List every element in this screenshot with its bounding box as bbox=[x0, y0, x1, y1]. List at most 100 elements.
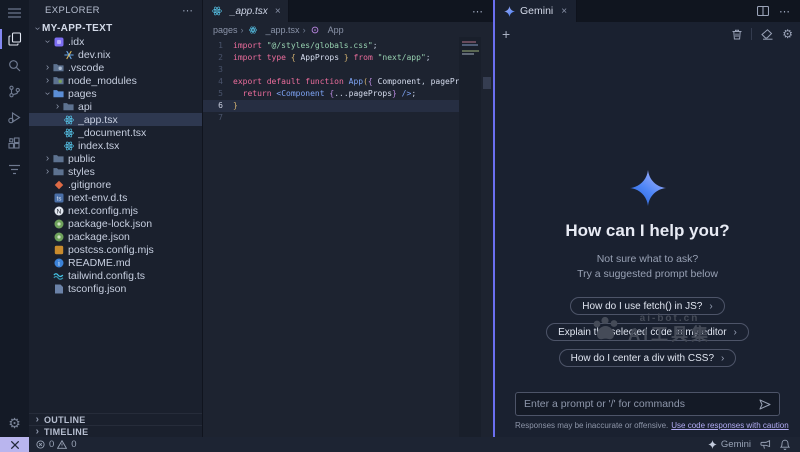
line-number: 2 bbox=[203, 52, 233, 64]
sidebar-sections: › OUTLINE › TIMELINE bbox=[29, 413, 202, 437]
code-line-5[interactable]: 5 return <Component {...pageProps} />; bbox=[203, 88, 459, 100]
suggested-prompt-3[interactable]: How do I center a div with CSS?› bbox=[559, 349, 737, 367]
code-line-1[interactable]: 1import "@/styles/globals.css"; bbox=[203, 40, 459, 52]
suggested-prompt-2[interactable]: Explain the selected code in my editor › bbox=[546, 323, 749, 341]
idx-ports-icon[interactable] bbox=[0, 156, 29, 182]
chevron-icon[interactable]: › bbox=[53, 102, 62, 111]
tab-app-tsx[interactable]: _app.tsx × bbox=[203, 0, 289, 22]
tab-gemini[interactable]: Gemini × bbox=[495, 0, 577, 22]
eraser-icon[interactable] bbox=[761, 29, 773, 40]
chevron-icon[interactable]: › bbox=[43, 89, 52, 98]
editor-scrollbar[interactable] bbox=[481, 37, 493, 437]
editor-more-actions-icon[interactable]: ⋯ bbox=[472, 5, 493, 18]
gemini-status-item[interactable]: Gemini bbox=[708, 439, 751, 450]
breadcrumb-folder[interactable]: pages bbox=[213, 25, 238, 35]
folder-open-icon bbox=[52, 88, 65, 100]
chevron-icon[interactable]: › bbox=[43, 63, 52, 72]
code-line-2[interactable]: 2import type { AppProps } from "next/app… bbox=[203, 52, 459, 64]
tab-close-icon[interactable]: × bbox=[561, 6, 567, 17]
svg-text:i: i bbox=[58, 259, 60, 267]
tree-item-node-modules[interactable]: ›node_modules bbox=[29, 74, 202, 87]
tree-item--gitignore[interactable]: .gitignore bbox=[29, 178, 202, 191]
breadcrumb-symbol[interactable]: App bbox=[328, 25, 344, 35]
tree-item-next-env-d-ts[interactable]: tsnext-env.d.ts bbox=[29, 191, 202, 204]
prompt-label: Explain the selected code in my editor bbox=[558, 327, 726, 338]
tab-close-icon[interactable]: × bbox=[275, 6, 281, 17]
trash-icon[interactable] bbox=[732, 29, 742, 40]
code-line-7[interactable]: 7 bbox=[203, 112, 459, 124]
remote-indicator[interactable] bbox=[0, 437, 29, 452]
minimap[interactable] bbox=[459, 37, 481, 437]
tree-item-pages[interactable]: ›pages bbox=[29, 87, 202, 100]
postcss-icon bbox=[52, 244, 65, 256]
tree-item-tailwind-config-ts[interactable]: tailwind.config.ts bbox=[29, 269, 202, 282]
chevron-right-icon: › bbox=[734, 327, 737, 338]
tree-item-public[interactable]: ›public bbox=[29, 152, 202, 165]
explorer-more-icon[interactable]: ⋯ bbox=[182, 4, 194, 17]
chevron-icon[interactable]: › bbox=[43, 154, 52, 163]
status-bar-right: Gemini bbox=[708, 439, 800, 450]
breadcrumb-file[interactable]: _app.tsx bbox=[266, 25, 300, 35]
tree-item-styles[interactable]: ›styles bbox=[29, 165, 202, 178]
gemini-settings-icon[interactable]: ⚙ bbox=[782, 29, 793, 39]
folder-icon bbox=[62, 101, 75, 113]
suggested-prompt-1[interactable]: How do I use fetch() in JS?› bbox=[570, 297, 724, 315]
prompt-input[interactable] bbox=[524, 398, 753, 410]
tree-item--vscode[interactable]: ›.vscode bbox=[29, 61, 202, 74]
npm-icon bbox=[52, 218, 65, 230]
chevron-icon[interactable]: › bbox=[43, 76, 52, 85]
tree-item-label: tsconfig.json bbox=[68, 283, 126, 295]
code-line-3[interactable]: 3 bbox=[203, 64, 459, 76]
explorer-icon[interactable] bbox=[0, 26, 29, 52]
breadcrumb: pages › _app.tsx › App bbox=[203, 22, 493, 37]
tree-item--document-tsx[interactable]: _document.tsx bbox=[29, 126, 202, 139]
tree-item-api[interactable]: ›api bbox=[29, 100, 202, 113]
prompt-input-box[interactable] bbox=[515, 392, 780, 416]
settings-gear-icon[interactable]: ⚙ bbox=[8, 409, 21, 437]
chevron-right-icon: › bbox=[33, 427, 42, 436]
code-text: } bbox=[233, 100, 459, 112]
split-editor-icon[interactable] bbox=[757, 6, 769, 16]
code-line-6[interactable]: 6} bbox=[203, 100, 459, 112]
run-debug-icon[interactable] bbox=[0, 104, 29, 130]
subtitle-line1: Not sure what to ask? bbox=[597, 253, 699, 265]
code-line-4[interactable]: 4export default function App({ Component… bbox=[203, 76, 459, 88]
tree-item--idx[interactable]: ›.idx bbox=[29, 35, 202, 48]
prompt-input-row bbox=[495, 392, 800, 416]
chevron-icon[interactable]: › bbox=[43, 37, 52, 46]
tree-item-label: package.json bbox=[68, 231, 130, 243]
feedback-icon[interactable] bbox=[760, 440, 771, 450]
search-icon[interactable] bbox=[0, 52, 29, 78]
breadcrumb-separator: › bbox=[241, 25, 244, 35]
tree-item-dev-nix[interactable]: dev.nix bbox=[29, 48, 202, 61]
tree-item-tsconfig-json[interactable]: tsconfig.json bbox=[29, 282, 202, 295]
extensions-icon[interactable] bbox=[0, 130, 29, 156]
source-control-icon[interactable] bbox=[0, 78, 29, 104]
tree-item-postcss-config-mjs[interactable]: postcss.config.mjs bbox=[29, 243, 202, 256]
editor-tab-bar: _app.tsx × ⋯ bbox=[203, 0, 493, 22]
bell-icon[interactable] bbox=[780, 439, 790, 450]
tsconfig-icon bbox=[52, 283, 65, 295]
panel-more-icon[interactable]: ⋯ bbox=[779, 5, 791, 18]
react-icon bbox=[62, 127, 75, 139]
tree-item-readme-md[interactable]: i README.md bbox=[29, 256, 202, 269]
timeline-section[interactable]: › TIMELINE bbox=[29, 425, 202, 437]
problems-status[interactable]: 0 0 bbox=[29, 439, 77, 450]
disclaimer-link[interactable]: Use code responses with caution bbox=[671, 421, 788, 430]
tree-item-next-config-mjs[interactable]: Nnext.config.mjs bbox=[29, 204, 202, 217]
code-editor[interactable]: 1import "@/styles/globals.css";2import t… bbox=[203, 37, 493, 437]
gemini-star-icon bbox=[708, 440, 717, 449]
tree-item-label: README.md bbox=[68, 257, 130, 269]
tree-item-package-lock-json[interactable]: package-lock.json bbox=[29, 217, 202, 230]
tree-item--app-tsx[interactable]: _app.tsx bbox=[29, 113, 202, 126]
tree-item-index-tsx[interactable]: index.tsx bbox=[29, 139, 202, 152]
menu-icon[interactable] bbox=[0, 0, 29, 26]
outline-section[interactable]: › OUTLINE bbox=[29, 413, 202, 425]
tree-item-package-json[interactable]: package.json bbox=[29, 230, 202, 243]
chevron-icon[interactable]: › bbox=[33, 24, 42, 33]
chevron-icon[interactable]: › bbox=[43, 167, 52, 176]
send-icon[interactable] bbox=[759, 399, 771, 410]
scrollbar-thumb[interactable] bbox=[483, 77, 491, 89]
tree-item-my-app-text[interactable]: ›MY-APP-TEXT bbox=[29, 22, 202, 35]
new-chat-icon[interactable]: + bbox=[502, 26, 510, 42]
